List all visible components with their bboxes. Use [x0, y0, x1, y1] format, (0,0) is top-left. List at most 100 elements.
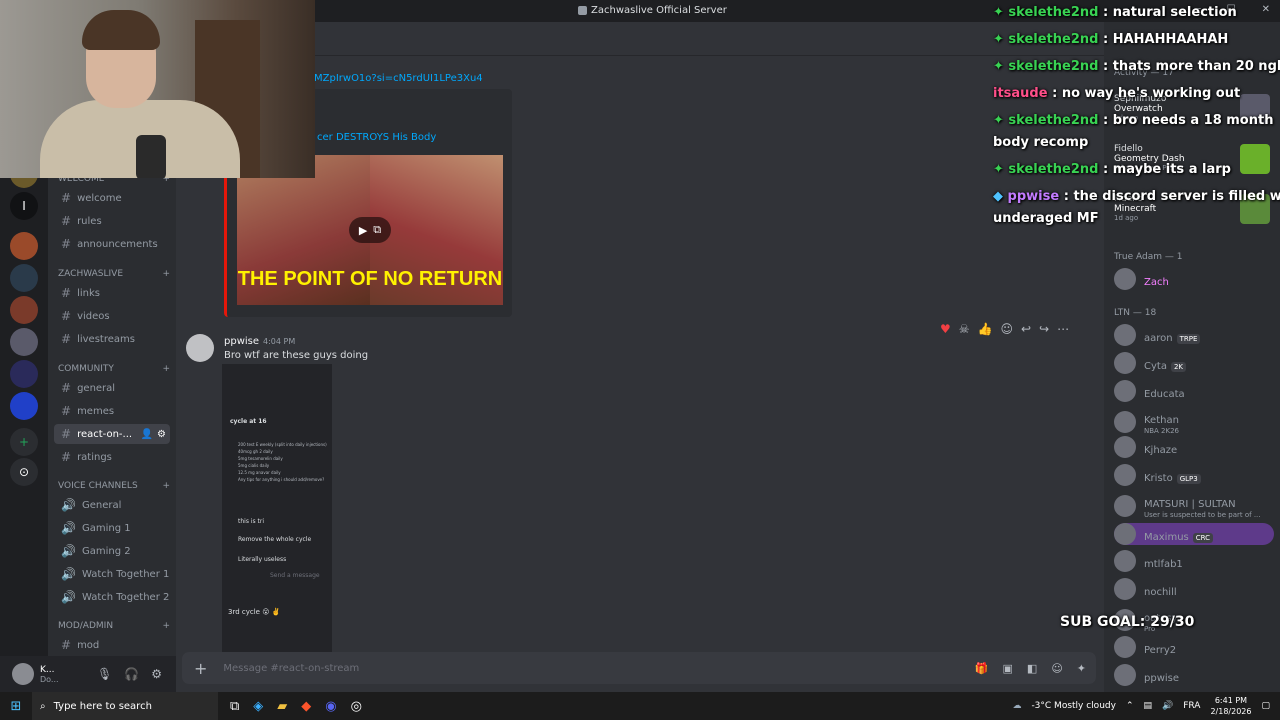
channel-item[interactable]: 🔊 Watch Together 2 — [54, 587, 170, 607]
discover-icon[interactable]: ⊙ — [10, 458, 38, 486]
obs-icon[interactable]: ◎ — [351, 699, 362, 714]
member-item[interactable]: Educata — [1114, 380, 1274, 402]
add-channel-icon[interactable]: + — [162, 364, 170, 374]
add-channel-icon[interactable]: + — [162, 481, 170, 491]
gift-icon[interactable]: 🎁 — [975, 662, 989, 675]
channel-item[interactable]: # ratings — [54, 447, 170, 467]
member-item[interactable]: MATSURI | SULTAN User is suspected to be … — [1114, 492, 1274, 519]
stream-chat-text: the discord server is filled with — [1073, 189, 1280, 204]
channel-item[interactable]: 🔊 Gaming 1 — [54, 518, 170, 538]
stream-chat-text: HAHAHHAAHAH — [1112, 32, 1229, 47]
volume-icon[interactable]: 🔊 — [1162, 701, 1173, 711]
message-attachment-image[interactable]: cycle at 16 200 test E weekly (split int… — [222, 364, 332, 656]
taskbar-search[interactable]: ⌕ Type here to search — [32, 692, 218, 720]
invite-icon[interactable]: 👤 — [141, 429, 153, 440]
member-item[interactable]: Maximus CRC — [1114, 523, 1274, 545]
message-author[interactable]: ppwise — [224, 336, 259, 347]
channel-item[interactable]: # react-on-... 👤 ⚙ — [54, 424, 170, 444]
channel-item[interactable]: # videos — [54, 306, 170, 326]
member-name-row: MATSURI | SULTAN — [1144, 492, 1261, 511]
headphones-icon[interactable]: 🎧 — [124, 667, 139, 681]
channel-category[interactable]: VOICE CHANNELS + — [58, 481, 170, 491]
member-item[interactable]: Kristo GLP3 — [1114, 464, 1274, 486]
sticker-icon[interactable]: ◧ — [1027, 662, 1037, 675]
windows-start-icon[interactable]: ⊞ — [0, 692, 32, 720]
notification-icon[interactable]: ▢ — [1261, 701, 1270, 711]
add-channel-icon[interactable]: + — [162, 269, 170, 279]
channel-item[interactable]: # livestreams — [54, 329, 170, 349]
member-item[interactable]: ppwise — [1114, 664, 1274, 686]
member-item[interactable]: aaron TRPE — [1114, 324, 1274, 346]
tray-chevron-icon[interactable]: ⌃ — [1126, 701, 1134, 711]
message-link[interactable]: MZpIrwO1o?si=cN5rdUI1LPe3Xu4 — [314, 73, 483, 84]
channel-category[interactable]: ZACHWASLIVE + — [58, 269, 170, 279]
channel-item[interactable]: # general — [54, 378, 170, 398]
channel-item[interactable]: # mod — [54, 635, 170, 655]
channel-item[interactable]: 🔊 Gaming 2 — [54, 541, 170, 561]
member-item[interactable]: mtlfab1 — [1114, 550, 1274, 572]
add-server-icon[interactable]: + — [10, 428, 38, 456]
channel-settings-icon[interactable]: ⚙ — [157, 429, 166, 440]
weather-icon[interactable]: ☁ — [1012, 701, 1021, 711]
among-us-server-icon[interactable] — [10, 392, 38, 420]
microphone-icon[interactable]: 🎙 — [97, 667, 112, 681]
add-reaction-icon[interactable]: ☺ — [1000, 322, 1013, 336]
taskbar-clock[interactable]: 6:41 PM 2/18/2026 — [1210, 695, 1251, 717]
fire-server-icon[interactable] — [10, 232, 38, 260]
emoji-icon[interactable]: ☺ — [1051, 662, 1062, 675]
stream-chat-separator: : — [1098, 59, 1113, 74]
add-attachment-icon[interactable]: + — [194, 659, 207, 678]
gem-badge-icon: ✦ — [993, 113, 1009, 128]
channel-item[interactable]: # links — [54, 283, 170, 303]
composer-placeholder[interactable]: Message #react-on-stream — [223, 663, 359, 674]
channel-item[interactable]: # memes — [54, 401, 170, 421]
channel-item[interactable]: # rules — [54, 211, 170, 231]
skull-react-icon[interactable]: ☠ — [959, 322, 970, 336]
channel-item[interactable]: 🔊 General — [54, 495, 170, 515]
computer-server-icon[interactable] — [10, 264, 38, 292]
i-server-icon[interactable]: I — [10, 192, 38, 220]
channel-item[interactable]: # announcements — [54, 234, 170, 254]
channel-item[interactable]: # welcome — [54, 188, 170, 208]
member-item[interactable]: Kjhaze — [1114, 436, 1274, 458]
shield-server-icon[interactable] — [10, 360, 38, 388]
channel-item[interactable]: 🔊 Watch Together 1 — [54, 564, 170, 584]
forward-icon[interactable]: ↪ — [1039, 322, 1049, 336]
robot-server-icon[interactable] — [10, 328, 38, 356]
message-avatar[interactable] — [186, 334, 214, 362]
language-indicator[interactable]: FRA — [1183, 701, 1200, 711]
weather-text[interactable]: -3°C Mostly cloudy — [1031, 701, 1116, 711]
apps-icon[interactable]: ✦ — [1077, 662, 1086, 675]
play-button[interactable]: ▶ ⧉ — [349, 217, 391, 243]
network-icon[interactable]: ▤ — [1143, 701, 1152, 711]
gta-server-icon[interactable] — [10, 296, 38, 324]
settings-gear-icon[interactable]: ⚙ — [151, 667, 162, 681]
discord-icon[interactable]: ◉ — [325, 699, 336, 714]
message-composer[interactable]: + Message #react-on-stream 🎁 ▣ ◧ ☺ ✦ — [182, 652, 1096, 684]
user-avatar[interactable] — [12, 663, 34, 685]
copilot-icon[interactable]: ◈ — [253, 699, 263, 714]
file-explorer-icon[interactable]: ▰ — [277, 699, 287, 714]
channel-category[interactable]: Mod/Admin + — [58, 621, 170, 631]
stream-chat-text: body recomp — [993, 135, 1089, 150]
channel-category[interactable]: COMMUNITY + — [58, 364, 170, 374]
add-channel-icon[interactable]: + — [162, 621, 170, 631]
task-view-icon[interactable]: ⧉ — [230, 699, 239, 714]
reply-icon[interactable]: ↩ — [1021, 322, 1031, 336]
member-item[interactable]: Kethan NBA 2K26 — [1114, 408, 1274, 435]
stream-chat-user: skelethe2nd — [1008, 5, 1099, 20]
brave-browser-icon[interactable]: ◆ — [301, 699, 311, 714]
more-icon[interactable]: ⋯ — [1057, 322, 1069, 336]
member-item[interactable]: Cyta 2K — [1114, 352, 1274, 374]
thumbs-up-react-icon[interactable]: 👍 — [978, 322, 993, 336]
stream-chat-line: ◆ ppwise : the discord server is filled … — [993, 189, 1280, 204]
embed-title[interactable]: cer DESTROYS His Body — [317, 132, 436, 143]
speaker-icon: 🔊 — [61, 590, 76, 604]
hashtag-icon: # — [61, 638, 72, 652]
heart-react-icon[interactable]: ♥ — [940, 322, 951, 336]
gif-icon[interactable]: ▣ — [1003, 662, 1013, 675]
member-item[interactable]: Perry2 — [1114, 636, 1274, 658]
member-item[interactable]: Zach — [1114, 268, 1274, 290]
user-info[interactable]: K... Do... — [40, 665, 59, 684]
member-item[interactable]: nochill — [1114, 578, 1274, 600]
